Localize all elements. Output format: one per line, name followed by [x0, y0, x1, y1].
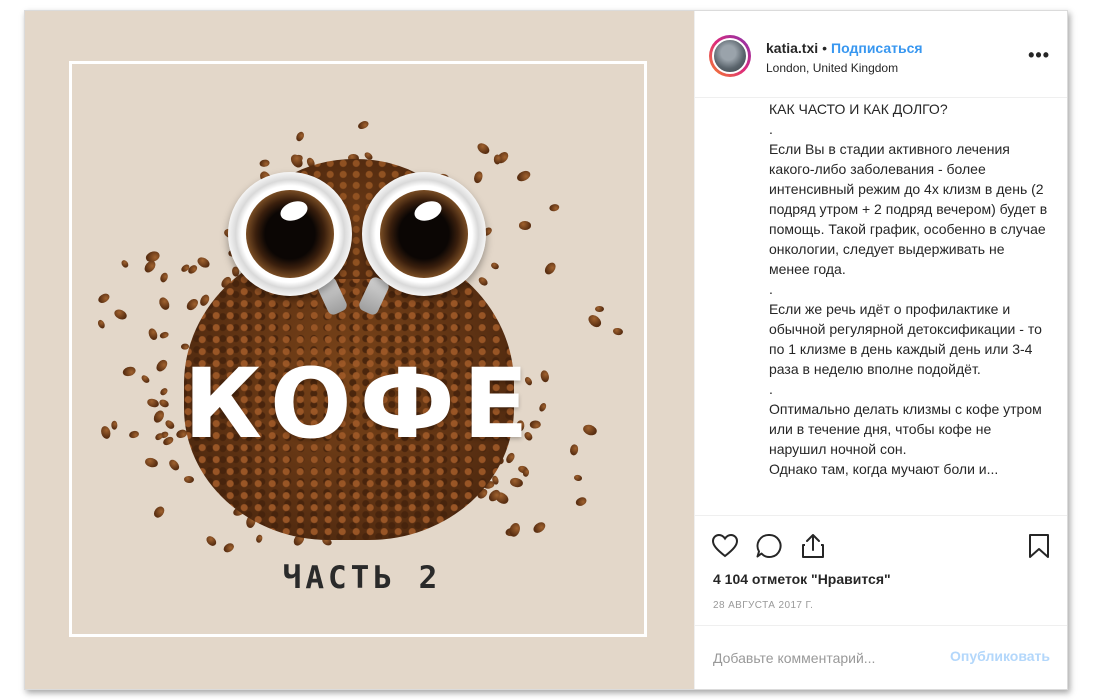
coffee-bean — [573, 474, 584, 482]
poster-subtitle: ЧАСТЬ 2 — [282, 560, 442, 596]
caption-line: . — [769, 121, 773, 137]
heart-icon[interactable] — [711, 532, 739, 560]
coffee-bean — [509, 476, 524, 488]
coffee-bean — [518, 220, 532, 230]
coffee-bean — [96, 291, 111, 305]
coffee-bean — [184, 296, 201, 313]
coffee-bean — [112, 307, 128, 322]
coffee-bean — [476, 275, 490, 288]
coffee-bean — [570, 444, 580, 457]
caption-line: Однако там, когда мучают боли и... — [769, 461, 999, 477]
coffee-bean — [531, 520, 547, 536]
comment-icon[interactable] — [755, 532, 783, 560]
coffee-bean — [121, 365, 137, 378]
coffee-bean — [490, 261, 501, 271]
post-window: КОФЕ ЧАСТЬ 2 katia.txi • Подписаться Londo… — [24, 10, 1068, 690]
caption-line: Если Вы в стадии активного лечения каког… — [769, 141, 1048, 277]
coffee-bean — [166, 457, 182, 473]
poster-frame: КОФЕ ЧАСТЬ 2 — [69, 61, 647, 637]
coffee-bean — [184, 476, 195, 484]
coffee-bean — [144, 456, 159, 469]
likes-count[interactable]: 4 104 отметок "Нравится" — [713, 571, 891, 587]
coffee-bean — [96, 318, 106, 330]
post-date[interactable]: 28 АВГУСТА 2017 Г. — [713, 600, 813, 611]
coffee-bean — [158, 271, 170, 284]
coffee-bean — [260, 159, 271, 168]
follow-button[interactable]: Подписаться — [831, 40, 923, 56]
poster-title: КОФЕ — [183, 348, 537, 460]
post-actions: 4 104 отметок "Нравится" 28 АВГУСТА 2017… — [695, 515, 1067, 626]
post-image[interactable]: КОФЕ ЧАСТЬ 2 — [25, 11, 694, 689]
left-coffee-cup-eye — [228, 172, 352, 296]
post-header: katia.txi • Подписаться London, United Kin… — [695, 11, 1067, 98]
coffee-bean — [581, 422, 599, 437]
caption-line: КАК ЧАСТО И КАК ДОЛГО? — [769, 101, 948, 117]
coffee-bean — [159, 387, 169, 397]
separator-dot: • — [822, 40, 828, 56]
post-caption: КАК ЧАСТО И КАК ДОЛГО? . Если Вы в стади… — [769, 99, 1049, 509]
coffee-bean — [157, 397, 171, 409]
coffee-bean — [515, 168, 532, 184]
location-link[interactable]: London, United Kingdom — [766, 61, 898, 75]
bookmark-icon[interactable] — [1025, 532, 1053, 560]
coffee-bean — [147, 327, 160, 342]
coffee-bean — [472, 169, 484, 184]
coffee-bean — [159, 330, 170, 339]
comment-bar: Опубликовать — [695, 625, 1067, 689]
coffee-bean — [522, 468, 530, 478]
coffee-bean — [507, 521, 522, 538]
caption-line: . — [769, 381, 773, 397]
user-line: katia.txi • Подписаться — [766, 40, 923, 56]
coffee-bean — [99, 425, 112, 441]
comment-input[interactable] — [713, 648, 933, 668]
coffee-bean — [475, 140, 492, 156]
coffee-bean — [157, 295, 171, 311]
coffee-bean — [163, 418, 176, 430]
coffee-bean — [128, 429, 140, 439]
coffee-bean — [586, 312, 603, 329]
coffee-bean — [612, 327, 624, 336]
more-horizontal-icon[interactable]: ••• — [1028, 45, 1050, 66]
username-link[interactable]: katia.txi — [766, 40, 818, 56]
coffee-bean — [111, 420, 118, 430]
coffee-bean — [294, 130, 306, 143]
coffee-bean — [120, 258, 130, 269]
coffee-bean — [548, 202, 560, 212]
publish-button[interactable]: Опубликовать — [950, 648, 1050, 664]
share-icon[interactable] — [799, 532, 827, 560]
avatar[interactable] — [709, 35, 751, 77]
coffee-bean — [575, 495, 588, 507]
coffee-bean — [221, 541, 236, 554]
coffee-bean — [357, 118, 371, 131]
post-side-panel: katia.txi • Подписаться London, United Kin… — [694, 11, 1067, 689]
coffee-bean — [153, 357, 170, 375]
coffee-bean — [139, 373, 151, 385]
coffee-bean — [204, 534, 218, 548]
right-coffee-cup-eye — [362, 172, 486, 296]
coffee-bean — [539, 369, 550, 383]
coffee-bean — [543, 261, 558, 277]
coffee-bean — [145, 397, 160, 410]
caption-line: Оптимально делать клизмы с кофе утром ил… — [769, 401, 1042, 457]
coffee-bean — [594, 306, 604, 313]
coffee-bean — [151, 504, 166, 520]
caption-line: . — [769, 281, 773, 297]
caption-line: Если же речь идёт о профилактике и обычн… — [769, 301, 1042, 377]
coffee-bean — [255, 533, 264, 544]
